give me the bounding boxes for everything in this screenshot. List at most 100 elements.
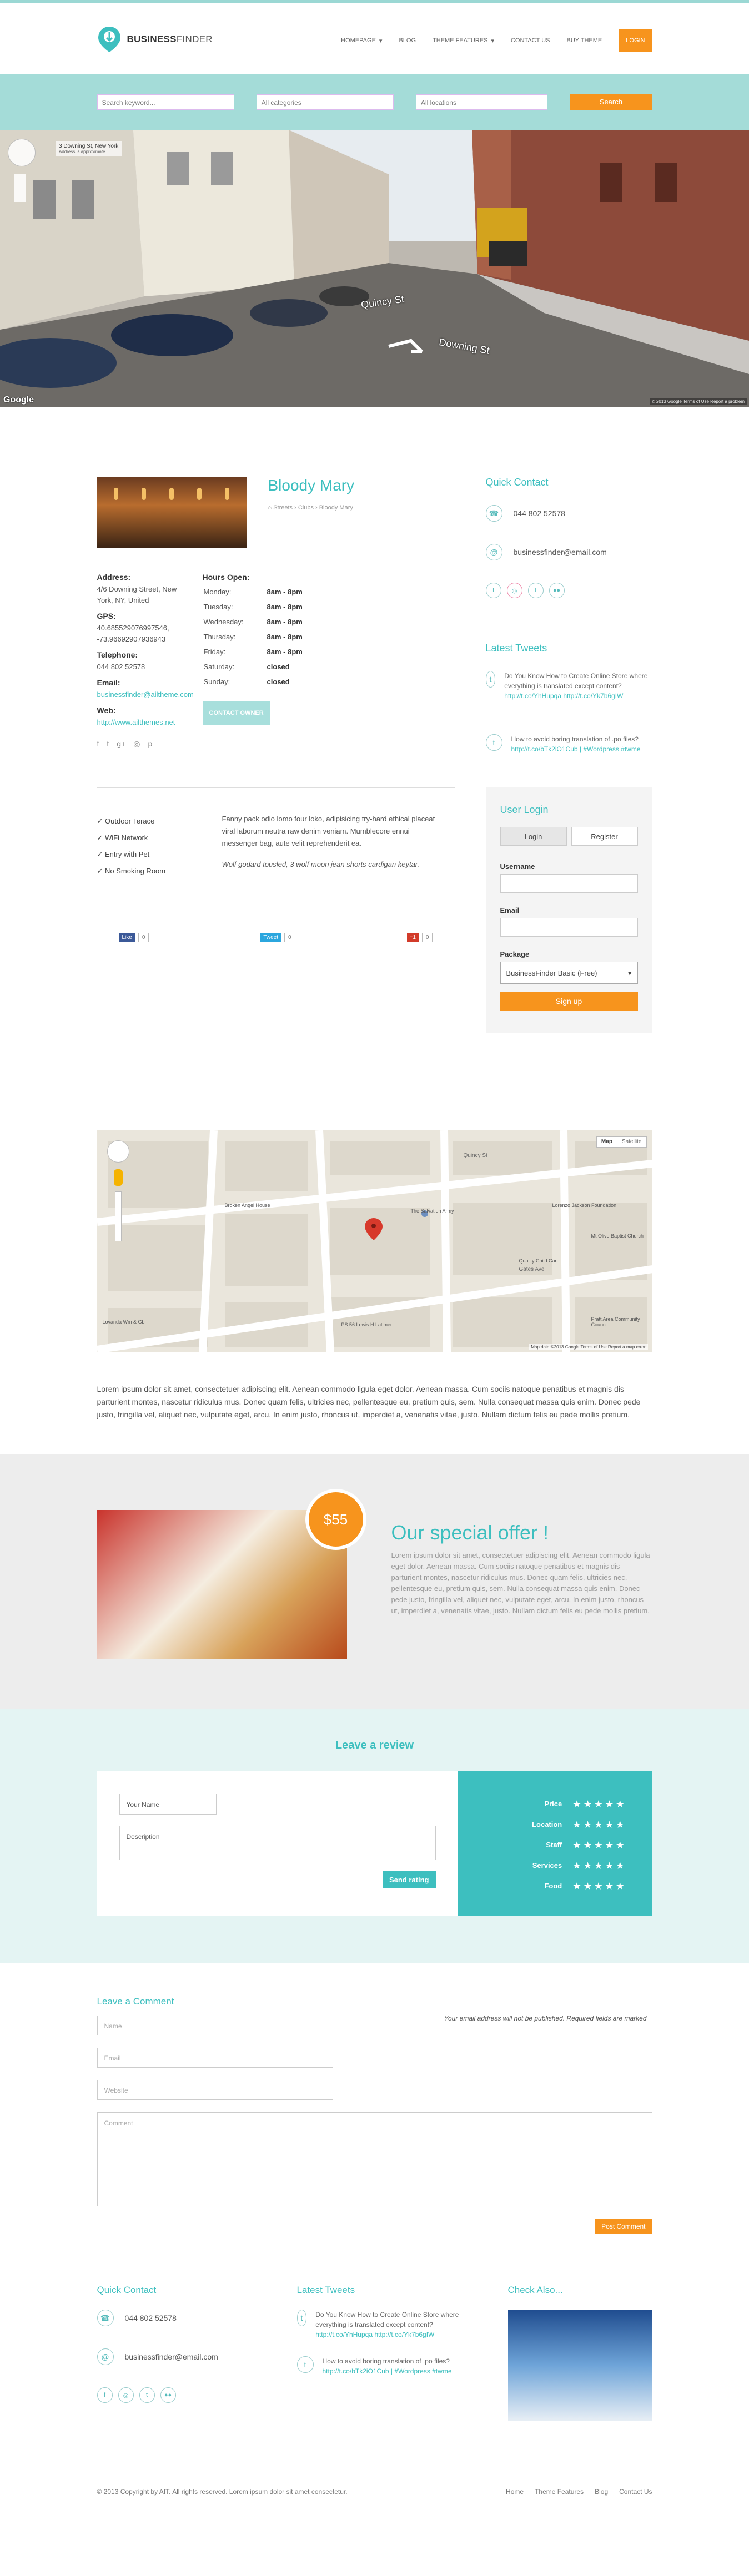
twitter-icon: t: [485, 671, 496, 688]
pegman-icon[interactable]: [113, 1169, 123, 1186]
logo[interactable]: BUSINESSFINDER: [97, 26, 213, 53]
zoom-slider[interactable]: [114, 1191, 122, 1241]
flickr-icon[interactable]: ●●: [160, 2387, 176, 2403]
zoom-control[interactable]: [14, 174, 26, 202]
hours-time: 8am - 8pm: [267, 633, 303, 641]
dribbble-icon[interactable]: ◎: [118, 2387, 134, 2403]
quick-contact-email[interactable]: businessfinder@email.com: [514, 548, 607, 557]
hours-row: Monday: 8am - 8pm: [204, 585, 303, 599]
rating-row: Food ★★★★★: [483, 1876, 627, 1896]
search-locations-select[interactable]: All locations: [415, 94, 548, 110]
rating-panel: Price ★★★★★ Location ★★★★★ Staff ★★★★★ Service…: [458, 1771, 652, 1916]
facebook-like[interactable]: Like 0: [119, 933, 149, 942]
tweet-link[interactable]: http://t.co/YhHupqa http://t.co/Yk7b6gIW: [315, 2330, 463, 2340]
review-name-input[interactable]: Your Name: [119, 1794, 217, 1815]
plusone-label: +1: [406, 933, 419, 942]
rating-stars[interactable]: ★★★★★: [573, 1799, 627, 1809]
rating-stars[interactable]: ★★★★★: [573, 1861, 627, 1871]
comment-website-input[interactable]: Website: [97, 2080, 333, 2100]
googleplus-share[interactable]: +1 0: [406, 933, 433, 942]
login-button[interactable]: LOGIN: [619, 29, 652, 52]
hours-day: Wednesday:: [203, 618, 244, 626]
package-label: Package: [500, 950, 530, 958]
comment-name-input[interactable]: Name: [97, 2016, 333, 2035]
location-map[interactable]: Map Satellite Broken Angel House The Sal…: [97, 1130, 652, 1352]
check-also-thumbnail[interactable]: [507, 2310, 652, 2421]
map-type-satellite[interactable]: Satellite: [617, 1137, 646, 1147]
nav-contact-us[interactable]: CONTACT US: [511, 37, 550, 44]
map-place-label: Broken Angel House: [224, 1203, 270, 1208]
nav-homepage[interactable]: HOMEPAGE: [341, 37, 376, 44]
tweet-text: How to avoid boring translation of .po f…: [322, 2357, 450, 2365]
map-pin-logo-icon: [98, 27, 120, 52]
rating-stars[interactable]: ★★★★★: [573, 1840, 627, 1850]
user-login-title: User Login: [500, 804, 549, 815]
facebook-icon[interactable]: f: [485, 583, 501, 598]
email-link[interactable]: businessfinder@ailtheme.com: [97, 689, 194, 700]
footer-link-home[interactable]: Home: [506, 2488, 524, 2496]
footer-link-theme-features[interactable]: Theme Features: [535, 2488, 584, 2496]
nav-blog[interactable]: BLOG: [399, 37, 416, 44]
dribbble-icon[interactable]: ◎: [506, 583, 522, 598]
twitter-icon[interactable]: t: [107, 739, 109, 749]
review-description-input[interactable]: Description: [119, 1826, 436, 1860]
rating-row: Services ★★★★★: [483, 1855, 627, 1876]
map-place-label: Pratt Area Community Council: [591, 1316, 640, 1327]
rating-row: Location ★★★★★: [483, 1814, 627, 1835]
username-input[interactable]: [500, 874, 638, 893]
rating-row: Staff ★★★★★: [483, 1835, 627, 1855]
footer-email[interactable]: businessfinder@email.com: [125, 2352, 218, 2361]
nav-theme-features[interactable]: THEME FEATURES: [433, 37, 487, 44]
instagram-icon[interactable]: ◎: [133, 739, 140, 749]
tweet-share[interactable]: Tweet 0: [260, 933, 295, 942]
pan-control[interactable]: [107, 1140, 129, 1163]
rating-stars[interactable]: ★★★★★: [573, 1881, 627, 1891]
package-select[interactable]: BusinessFinder Basic (Free) ▾: [500, 962, 638, 984]
hours-row: Wednesday: 8am - 8pm: [204, 615, 303, 629]
web-link[interactable]: http://www.ailthemes.net: [97, 717, 180, 728]
feature-label: Outdoor Terace: [105, 817, 155, 825]
email-input[interactable]: [500, 918, 638, 937]
pinterest-icon[interactable]: p: [148, 739, 152, 749]
street-view[interactable]: 3 Downing St, New York Address is approxi…: [0, 130, 749, 407]
flickr-icon[interactable]: ●●: [549, 583, 565, 598]
facebook-icon[interactable]: f: [97, 2387, 113, 2403]
hours-table: Monday: 8am - 8pm Tuesday: 8am - 8pm Wednesd…: [203, 584, 304, 690]
search-categories-select[interactable]: All categories: [256, 94, 394, 110]
search-keyword-input[interactable]: Search keyword...: [97, 94, 234, 110]
tab-login[interactable]: Login: [500, 827, 567, 846]
tweet-text: Do You Know How to Create Online Store w…: [315, 2311, 459, 2328]
tab-register[interactable]: Register: [571, 827, 638, 846]
search-button[interactable]: Search: [570, 94, 652, 110]
listing-description: Fanny pack odio lomo four loko, adipisic…: [222, 815, 435, 847]
googleplus-icon[interactable]: g+: [117, 739, 125, 749]
tweet-link[interactable]: http://t.co/bTk2iO1Cub | #Wordpress #twm…: [511, 744, 641, 754]
chevron-down-icon: ▾: [379, 37, 383, 44]
footer-link-contact[interactable]: Contact Us: [619, 2488, 652, 2496]
compass-control[interactable]: [8, 139, 36, 166]
map-type-map[interactable]: Map: [597, 1137, 617, 1147]
latest-tweets-title: Latest Tweets: [485, 643, 547, 654]
username-label: Username: [500, 862, 535, 871]
footer-link-blog[interactable]: Blog: [595, 2488, 608, 2496]
site-footer: Quick Contact ☎ 044 802 52578 @ businessfi…: [0, 2251, 749, 2512]
send-rating-button[interactable]: Send rating: [382, 1871, 436, 1888]
comment-textarea[interactable]: Comment: [97, 2112, 652, 2206]
gps-label: GPS:: [97, 612, 116, 620]
gps-value: 40.685529076997546, -73.96692907936943: [97, 624, 169, 643]
tweet-link[interactable]: http://t.co/YhHupqa http://t.co/Yk7b6gIW: [504, 691, 652, 701]
hours-time: closed: [267, 678, 290, 686]
post-comment-button[interactable]: Post Comment: [595, 2219, 652, 2234]
signup-button[interactable]: Sign up: [500, 992, 638, 1011]
facebook-icon[interactable]: f: [97, 739, 99, 749]
hours-row: Tuesday: 8am - 8pm: [204, 600, 303, 614]
nav-buy-theme[interactable]: BUY THEME: [566, 37, 602, 44]
rating-stars[interactable]: ★★★★★: [573, 1820, 627, 1830]
twitter-icon[interactable]: t: [139, 2387, 155, 2403]
contact-owner-button[interactable]: CONTACT OWNER: [202, 701, 270, 725]
like-label: Like: [119, 933, 135, 942]
rating-row: Price ★★★★★: [483, 1794, 627, 1814]
twitter-icon[interactable]: t: [527, 583, 544, 598]
comment-email-input[interactable]: Email: [97, 2048, 333, 2068]
tweet-link[interactable]: http://t.co/bTk2iO1Cub | #Wordpress #twm…: [323, 2366, 452, 2376]
